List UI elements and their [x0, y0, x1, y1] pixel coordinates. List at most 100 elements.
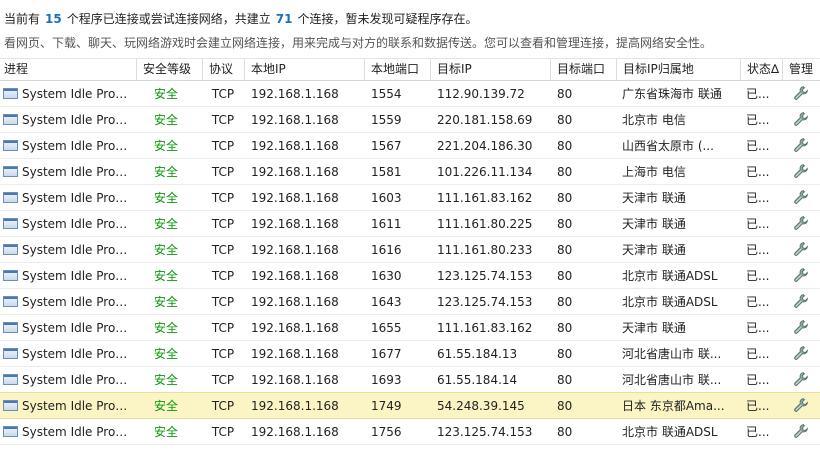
security-level: 安全 — [153, 113, 178, 127]
remote-location: 北京市 联通ADSL — [616, 289, 740, 314]
status: 已... — [740, 185, 782, 210]
local-port: 1630 — [371, 269, 402, 283]
table-row[interactable]: System Idle Process 安全 TCP 192.168.1.168 156… — [0, 133, 820, 159]
table-row[interactable]: System Idle Process 安全 TCP 192.168.1.168 175… — [0, 419, 820, 445]
status-text: 已... — [746, 113, 770, 127]
location-text: 北京市 联通ADSL — [622, 269, 718, 283]
remote-location: 北京市 电信 — [616, 107, 740, 132]
table-row[interactable]: System Idle Process 安全 TCP 192.168.1.168 161… — [0, 211, 820, 237]
local-port: 1554 — [371, 87, 402, 101]
table-row[interactable]: System Idle Process 安全 TCP 192.168.1.168 161… — [0, 237, 820, 263]
remote-ip: 101.226.11.134 — [437, 165, 533, 179]
local-ip: 192.168.1.168 — [251, 165, 339, 179]
remote-ip: 221.204.186.30 — [437, 139, 533, 153]
table-row[interactable]: System Idle Process 安全 TCP 192.168.1.168 155… — [0, 107, 820, 133]
manage-cell — [782, 419, 820, 444]
table-row[interactable]: System Idle Process 安全 TCP 192.168.1.168 164… — [0, 289, 820, 315]
wrench-icon[interactable] — [793, 268, 809, 283]
remote-ip: 123.125.74.153 — [437, 269, 533, 283]
process-cell: System Idle Process — [0, 419, 136, 444]
process-cell: System Idle Process — [0, 159, 136, 184]
process-cell: System Idle Process — [0, 315, 136, 340]
local-port: 1749 — [371, 399, 402, 413]
remote-location: 山西省太原市 (... — [616, 133, 740, 158]
column-header-protocol[interactable]: 协议 — [202, 59, 244, 80]
remote-location: 上海市 电信 — [616, 159, 740, 184]
table-row[interactable]: System Idle Process 安全 TCP 192.168.1.168 174… — [0, 392, 820, 419]
column-header-remote-port[interactable]: 目标端口 — [550, 59, 616, 80]
local-port: 1567 — [371, 139, 402, 153]
wrench-icon[interactable] — [793, 112, 809, 127]
remote-port: 80 — [557, 113, 573, 127]
process-cell: System Idle Process — [0, 393, 136, 418]
column-header-process[interactable]: 进程 — [0, 59, 136, 80]
remote-ip: 123.125.74.153 — [437, 295, 533, 309]
local-ip: 192.168.1.168 — [251, 191, 339, 205]
window-icon — [3, 322, 18, 333]
wrench-icon[interactable] — [793, 424, 809, 439]
table-row[interactable]: System Idle Process 安全 TCP 192.168.1.168 160… — [0, 185, 820, 211]
table-row[interactable]: System Idle Process 安全 TCP 192.168.1.168 165… — [0, 315, 820, 341]
table-row[interactable]: System Idle Process 安全 TCP 192.168.1.168 158… — [0, 159, 820, 185]
security-level: 安全 — [153, 295, 178, 309]
remote-port: 80 — [557, 269, 573, 283]
manage-cell — [782, 159, 820, 184]
column-header-security-level[interactable]: 安全等级 — [136, 59, 202, 80]
security-level: 安全 — [153, 243, 178, 257]
column-header-status[interactable]: 状态∆ — [740, 59, 782, 80]
wrench-icon[interactable] — [793, 190, 809, 205]
status: 已... — [740, 237, 782, 262]
remote-port: 80 — [557, 139, 573, 153]
wrench-icon[interactable] — [793, 138, 809, 153]
process-cell: System Idle Process — [0, 185, 136, 210]
local-port: 1693 — [371, 373, 402, 387]
manage-cell — [782, 185, 820, 210]
status-text: 已... — [746, 191, 770, 205]
table-row[interactable]: System Idle Process 安全 TCP 192.168.1.168 163… — [0, 263, 820, 289]
column-header-manage[interactable]: 管理 — [782, 59, 820, 80]
location-text: 北京市 联通ADSL — [622, 425, 718, 439]
wrench-icon[interactable] — [793, 294, 809, 309]
remote-port: 80 — [557, 399, 573, 413]
local-ip: 192.168.1.168 — [251, 373, 339, 387]
wrench-icon[interactable] — [793, 216, 809, 231]
process-name: System Idle Process — [22, 191, 132, 205]
local-port: 1603 — [371, 191, 402, 205]
process-cell: System Idle Process — [0, 263, 136, 288]
remote-ip: 54.248.39.145 — [437, 399, 525, 413]
process-cell: System Idle Process — [0, 237, 136, 262]
local-ip: 192.168.1.168 — [251, 113, 339, 127]
security-level: 安全 — [153, 425, 178, 439]
table-row[interactable]: System Idle Process 安全 TCP 192.168.1.168 155… — [0, 81, 820, 107]
security-level: 安全 — [153, 87, 178, 101]
local-ip: 192.168.1.168 — [251, 243, 339, 257]
window-icon — [3, 88, 18, 99]
wrench-icon[interactable] — [793, 242, 809, 257]
local-port: 1616 — [371, 243, 402, 257]
local-ip: 192.168.1.168 — [251, 139, 339, 153]
wrench-icon[interactable] — [793, 320, 809, 335]
process-cell: System Idle Process — [0, 133, 136, 158]
table-header: 进程 安全等级 协议 本地IP 本地端口 目标IP 目标端口 目标IP归属地 状… — [0, 59, 820, 81]
wrench-icon[interactable] — [793, 86, 809, 101]
status: 已... — [740, 81, 782, 106]
column-header-remote-ip[interactable]: 目标IP — [430, 59, 550, 80]
table-row[interactable]: System Idle Process 安全 TCP 192.168.1.168 167… — [0, 341, 820, 367]
column-header-local-ip[interactable]: 本地IP — [244, 59, 364, 80]
wrench-icon[interactable] — [793, 398, 809, 413]
local-ip: 192.168.1.168 — [251, 269, 339, 283]
column-header-local-port[interactable]: 本地端口 — [364, 59, 430, 80]
wrench-icon[interactable] — [793, 346, 809, 361]
wrench-icon[interactable] — [793, 164, 809, 179]
remote-location: 河北省唐山市 联... — [616, 367, 740, 392]
manage-cell — [782, 133, 820, 158]
location-text: 北京市 电信 — [622, 113, 686, 127]
column-header-location[interactable]: 目标IP归属地 — [616, 59, 740, 80]
summary-suffix: 个连接，暂未发现可疑程序存在。 — [297, 12, 478, 26]
table-row[interactable]: System Idle Process 安全 TCP 192.168.1.168 169… — [0, 367, 820, 393]
wrench-icon[interactable] — [793, 372, 809, 387]
remote-ip: 61.55.184.13 — [437, 347, 518, 361]
protocol: TCP — [211, 217, 235, 231]
remote-ip: 220.181.158.69 — [437, 113, 533, 127]
remote-location: 日本 东京都Ama... — [616, 393, 740, 418]
